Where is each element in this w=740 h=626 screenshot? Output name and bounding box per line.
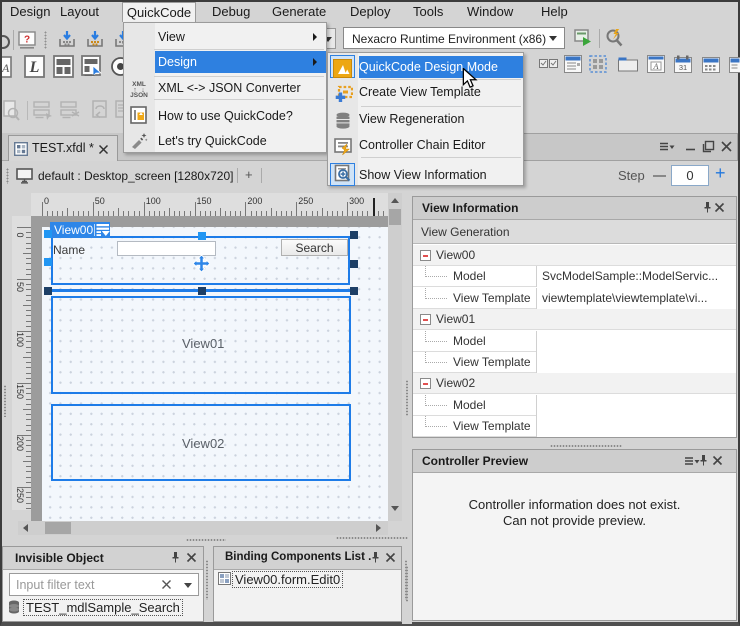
svg-text:A: A	[653, 62, 659, 71]
svg-text:↓: ↓	[141, 87, 145, 94]
svg-text:↑: ↑	[133, 87, 137, 94]
svg-text:?: ?	[24, 35, 30, 46]
svg-text:A: A	[2, 61, 10, 75]
svg-text:31: 31	[679, 63, 687, 72]
svg-text:L: L	[29, 59, 40, 76]
